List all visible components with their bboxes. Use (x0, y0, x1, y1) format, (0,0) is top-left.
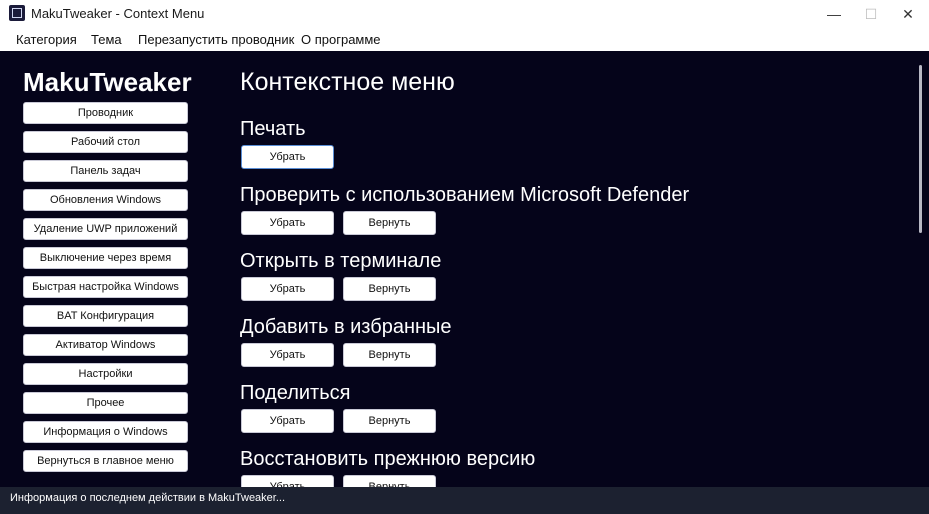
favorites-restore-button[interactable]: Вернуть (343, 343, 436, 367)
menu-theme[interactable]: Тема (91, 32, 122, 47)
sidebar-item-activator[interactable]: Активатор Windows (23, 334, 188, 356)
menu-restart-explorer[interactable]: Перезапустить проводник (138, 32, 294, 47)
close-button[interactable]: ✕ (890, 0, 926, 28)
scrollbar-thumb[interactable] (919, 65, 922, 233)
terminal-restore-button[interactable]: Вернуть (343, 277, 436, 301)
status-text: Информация о последнем действии в MakuTw… (10, 492, 286, 504)
terminal-remove-button[interactable]: Убрать (241, 277, 334, 301)
share-remove-button[interactable]: Убрать (241, 409, 334, 433)
app-brand: MakuTweaker (23, 67, 192, 97)
sidebar-item-quick-setup[interactable]: Быстрая настройка Windows (23, 276, 188, 298)
page-title: Контекстное меню (240, 68, 455, 96)
section-title-previous-version: Восстановить прежнюю версию (240, 448, 536, 470)
share-restore-button[interactable]: Вернуть (343, 409, 436, 433)
section-title-print: Печать (240, 118, 306, 140)
minimize-button[interactable]: — (816, 0, 852, 28)
sidebar-item-windows-info[interactable]: Информация о Windows (23, 421, 188, 443)
previous-version-restore-button[interactable]: Вернуть (343, 475, 436, 487)
section-title-defender: Проверить с использованием Microsoft Def… (240, 184, 690, 206)
sidebar-item-main-menu[interactable]: Вернуться в главное меню (23, 450, 188, 472)
main-content: MakuTweaker Проводник Рабочий стол Панел… (0, 51, 911, 487)
menu-category[interactable]: Категория (16, 32, 77, 47)
menu-bar: Категория Тема Перезапустить проводник О… (0, 28, 929, 51)
sidebar-item-explorer[interactable]: Проводник (23, 102, 188, 124)
favorites-remove-button[interactable]: Убрать (241, 343, 334, 367)
sidebar-item-uwp-removal[interactable]: Удаление UWP приложений (23, 218, 188, 240)
title-bar: MakuTweaker - Context Menu — ☐ ✕ (0, 0, 929, 28)
maximize-button[interactable]: ☐ (853, 0, 889, 28)
app-logo-icon (9, 5, 25, 21)
previous-version-remove-button[interactable]: Убрать (241, 475, 334, 487)
sidebar-item-settings[interactable]: Настройки (23, 363, 188, 385)
window-title: MakuTweaker - Context Menu (31, 6, 205, 21)
section-title-share: Поделиться (240, 382, 351, 404)
sidebar-item-bat-config[interactable]: BAT Конфигурация (23, 305, 188, 327)
section-title-terminal: Открыть в терминале (240, 250, 442, 272)
vertical-scrollbar[interactable] (911, 51, 929, 487)
print-remove-button[interactable]: Убрать (241, 145, 334, 169)
defender-remove-button[interactable]: Убрать (241, 211, 334, 235)
section-title-favorites: Добавить в избранные (240, 316, 452, 338)
sidebar-item-windows-updates[interactable]: Обновления Windows (23, 189, 188, 211)
sidebar-item-other[interactable]: Прочее (23, 392, 188, 414)
sidebar-item-taskbar[interactable]: Панель задач (23, 160, 188, 182)
sidebar-item-desktop[interactable]: Рабочий стол (23, 131, 188, 153)
defender-restore-button[interactable]: Вернуть (343, 211, 436, 235)
status-bar: Информация о последнем действии в MakuTw… (0, 487, 929, 514)
sidebar-item-timed-shutdown[interactable]: Выключение через время (23, 247, 188, 269)
menu-about[interactable]: О программе (301, 32, 381, 47)
